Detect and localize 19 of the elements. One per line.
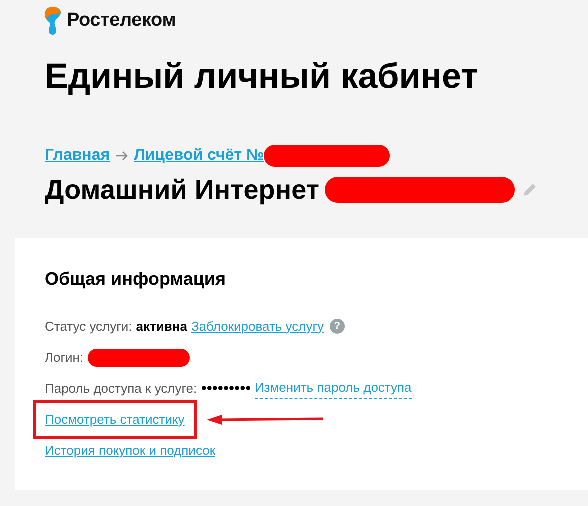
brand-name: Ростелеком [67, 8, 176, 33]
help-icon[interactable]: ? [330, 319, 345, 334]
block-service-link[interactable]: Заблокировать услугу [191, 316, 324, 336]
pencil-icon[interactable] [523, 183, 538, 197]
password-dots: ●●●●●●●●● [201, 382, 251, 396]
breadcrumb-link[interactable]: Главная [45, 144, 110, 168]
arrow-icon [116, 151, 128, 161]
field-label: Пароль доступа к услуге: [45, 380, 198, 398]
field-label: Статус услуги: [45, 318, 132, 336]
card-title: Общая информация [45, 268, 227, 291]
page-title: Единый личный кабинет [45, 56, 480, 98]
logo-icon [45, 6, 61, 36]
status-value: активна [136, 318, 188, 336]
card-link[interactable]: История покупок и подписок [45, 440, 216, 460]
service-title: Домашний Интернет [45, 174, 320, 207]
card-link[interactable]: Посмотреть статистику [45, 410, 185, 430]
breadcrumb-link[interactable]: Лицевой счёт № [134, 144, 264, 168]
change-password-link[interactable]: Изменить пароль доступа [254, 378, 412, 399]
field-label: Логин: [45, 348, 84, 367]
